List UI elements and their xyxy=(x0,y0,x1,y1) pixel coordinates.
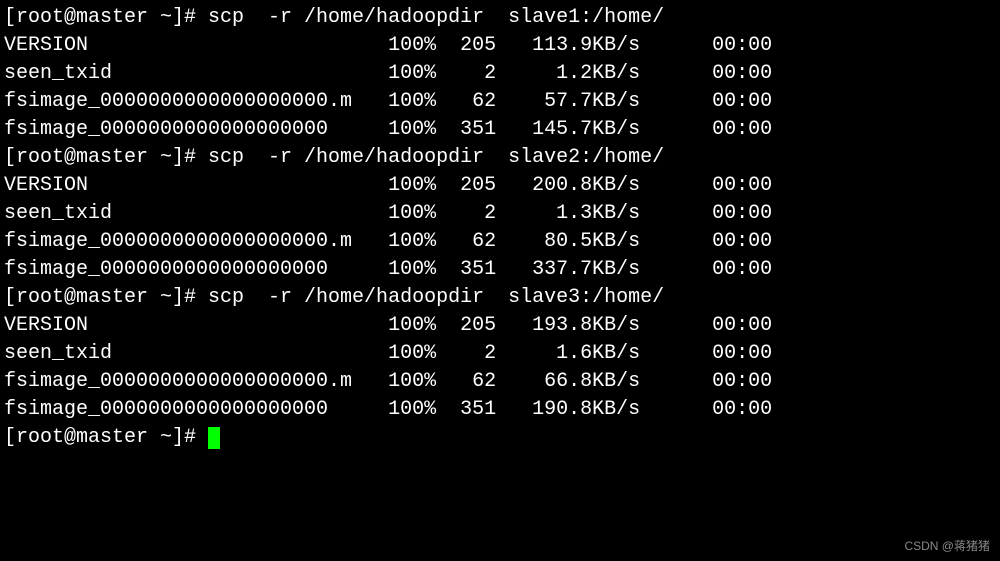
transfer-row: fsimage_0000000000000000000.m 100% 62 57… xyxy=(4,88,996,116)
transfer-row: fsimage_0000000000000000000 100% 351 145… xyxy=(4,116,996,144)
command-line: [root@master ~]# scp -r /home/hadoopdir … xyxy=(4,144,996,172)
watermark: CSDN @蒋猪猪 xyxy=(904,538,990,555)
terminal-output[interactable]: [root@master ~]# scp -r /home/hadoopdir … xyxy=(4,4,996,452)
transfer-row: VERSION 100% 205 200.8KB/s 00:00 xyxy=(4,172,996,200)
command-line: [root@master ~]# scp -r /home/hadoopdir … xyxy=(4,284,996,312)
transfer-row: VERSION 100% 205 113.9KB/s 00:00 xyxy=(4,32,996,60)
transfer-row: fsimage_0000000000000000000 100% 351 190… xyxy=(4,396,996,424)
transfer-row: fsimage_0000000000000000000 100% 351 337… xyxy=(4,256,996,284)
command-line: [root@master ~]# scp -r /home/hadoopdir … xyxy=(4,4,996,32)
prompt-line[interactable]: [root@master ~]# xyxy=(4,424,996,452)
transfer-row: VERSION 100% 205 193.8KB/s 00:00 xyxy=(4,312,996,340)
cursor xyxy=(208,427,220,449)
transfer-row: seen_txid 100% 2 1.2KB/s 00:00 xyxy=(4,60,996,88)
transfer-row: fsimage_0000000000000000000.m 100% 62 80… xyxy=(4,228,996,256)
transfer-row: seen_txid 100% 2 1.6KB/s 00:00 xyxy=(4,340,996,368)
transfer-row: seen_txid 100% 2 1.3KB/s 00:00 xyxy=(4,200,996,228)
transfer-row: fsimage_0000000000000000000.m 100% 62 66… xyxy=(4,368,996,396)
